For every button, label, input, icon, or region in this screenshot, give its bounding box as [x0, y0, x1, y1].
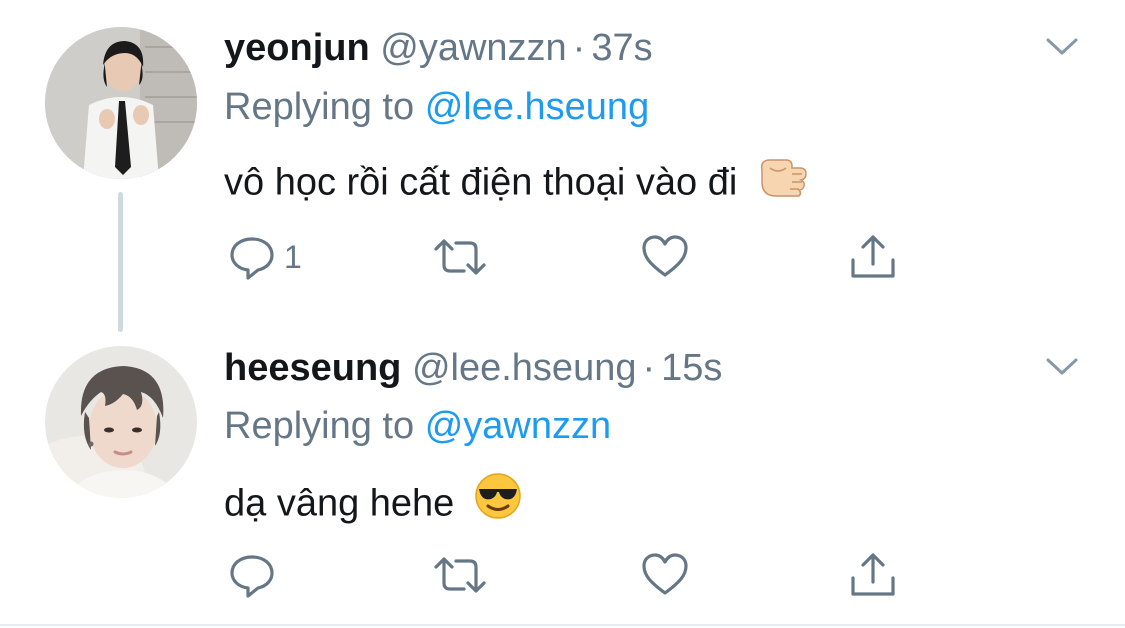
- like-button[interactable]: [640, 232, 690, 282]
- tweet-text: vô học rồi cất điện thoại vào đi: [224, 156, 808, 213]
- retweet-icon: [434, 239, 486, 275]
- tweet-header: yeonjun @yawnzzn · 37s: [224, 26, 653, 70]
- reply-icon: [230, 555, 274, 598]
- tweet[interactable]: heeseung @lee.hseung · 15s Replying to @ya…: [0, 320, 1125, 626]
- author-handle[interactable]: @yawnzzn: [380, 27, 566, 69]
- retweet-icon: [434, 557, 486, 593]
- tweet-actions: 1: [224, 232, 924, 282]
- tweet-header: heeseung @lee.hseung · 15s: [224, 346, 722, 390]
- replying-to-label: Replying to: [224, 86, 415, 128]
- separator-dot: ·: [572, 27, 586, 69]
- author-name[interactable]: yeonjun: [224, 27, 370, 69]
- timestamp[interactable]: 37s: [591, 27, 652, 69]
- smiling-face-with-sunglasses-emoji: [473, 471, 523, 532]
- reply-button[interactable]: [228, 550, 284, 600]
- like-button[interactable]: [640, 550, 690, 600]
- author-handle[interactable]: @lee.hseung: [412, 347, 637, 389]
- share-button[interactable]: [848, 232, 898, 282]
- like-icon: [642, 553, 688, 595]
- replying-to-label: Replying to: [224, 405, 415, 447]
- reply-thread: yeonjun @yawnzzn · 37s Replying to @lee.hs…: [0, 0, 1125, 628]
- tweet-actions: [224, 550, 924, 600]
- tweet-text-content: dạ vâng hehe: [224, 482, 455, 525]
- avatar[interactable]: [45, 27, 197, 179]
- separator-dot: ·: [642, 347, 656, 389]
- replying-to: Replying to @lee.hseung: [224, 85, 649, 129]
- reply-icon: [230, 237, 274, 280]
- like-icon: [642, 235, 688, 277]
- share-icon: [851, 553, 895, 596]
- divider: [0, 624, 1125, 626]
- reply-button[interactable]: 1: [228, 232, 302, 282]
- author-name[interactable]: heeseung: [224, 347, 401, 389]
- tweet[interactable]: yeonjun @yawnzzn · 37s Replying to @lee.hs…: [0, 0, 1125, 332]
- replying-to: Replying to @yawnzzn: [224, 404, 611, 448]
- reply-count: 1: [284, 238, 302, 275]
- tweet-text: dạ vâng hehe: [224, 473, 523, 536]
- retweet-button[interactable]: [432, 232, 488, 282]
- retweet-button[interactable]: [432, 550, 488, 600]
- thread-connector-line: [118, 192, 123, 332]
- avatar[interactable]: [45, 346, 197, 498]
- backhand-index-pointing-left-emoji: [756, 152, 808, 209]
- mention-link[interactable]: @yawnzzn: [425, 405, 611, 447]
- chevron-down-icon[interactable]: [1040, 24, 1084, 68]
- mention-link[interactable]: @lee.hseung: [425, 86, 650, 128]
- chevron-down-icon[interactable]: [1040, 344, 1084, 388]
- tweet-text-content: vô học rồi cất điện thoại vào đi: [224, 161, 738, 204]
- share-button[interactable]: [848, 550, 898, 600]
- share-icon: [851, 235, 895, 278]
- timestamp[interactable]: 15s: [661, 347, 722, 389]
